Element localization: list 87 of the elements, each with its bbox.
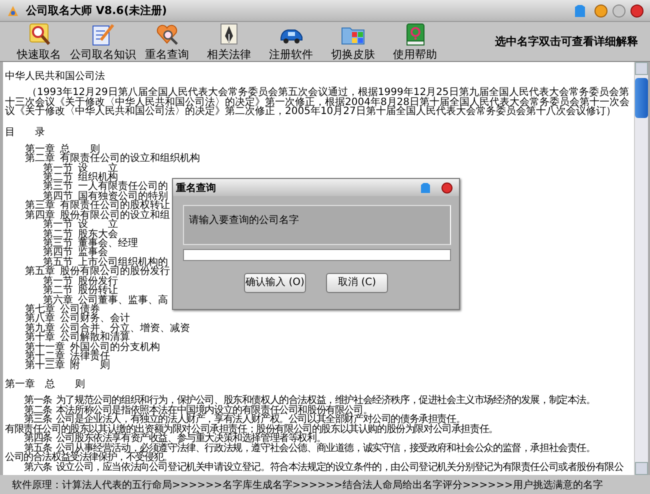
window-title: 公司取名大师 V8.6(未注册) bbox=[26, 3, 168, 18]
toc-title: 上市公司组织机构的 bbox=[78, 258, 168, 268]
toolbar-button[interactable]: 重名查询 bbox=[136, 22, 198, 62]
prompt-text: 请输入要查询的公司名字 bbox=[183, 205, 451, 245]
article-text: 公司是企业法人，有独立的法人财产，享有法人财产权。公司以其全部财产对公司的债务承担责任。 bbox=[56, 415, 466, 425]
toc-number: 第四章 bbox=[25, 210, 55, 220]
toc-number: 第八章 bbox=[25, 314, 55, 324]
toc-title: 法律责任 bbox=[70, 352, 110, 362]
toolbar-button[interactable]: 公司取名知识 bbox=[70, 22, 136, 62]
scrollbar-thumb[interactable] bbox=[635, 78, 648, 118]
toc-title: 设 立 bbox=[78, 220, 118, 230]
toc-title: 监事会 bbox=[78, 248, 108, 258]
toc-title: 股东大会 bbox=[78, 230, 118, 239]
toc-number: 第四节 bbox=[43, 192, 73, 202]
toolbar-button[interactable]: 使用帮助 bbox=[384, 22, 446, 62]
app-icon bbox=[6, 4, 20, 18]
close-button[interactable] bbox=[441, 182, 453, 194]
toc-number: 第十三章 bbox=[25, 361, 65, 371]
shirt-icon[interactable] bbox=[420, 182, 431, 194]
toc-title: 组织机构 bbox=[78, 173, 118, 182]
article-number: 第二条 bbox=[24, 406, 52, 416]
article-text: 设立公司，应当依法向公司登记机关申请设立登记。符合本法规定的设立条件的，由公司登记机关分别登记为有限责任公司或者股份有限公 bbox=[56, 463, 624, 473]
toc-number: 第七章 bbox=[25, 304, 55, 314]
document-title: 中华人民共和国公司法 bbox=[5, 71, 106, 83]
toolbar-button[interactable]: 快速取名 bbox=[8, 22, 70, 62]
article-text: 公司从事经营活动，必须遵守法律、行政法规，遵守社会公德、商业道德，诚实守信，接受政府和社会公众的监督，承担社会责任。 bbox=[56, 444, 596, 454]
toc-number: 第三节 bbox=[43, 182, 73, 192]
toc-number: 第一节 bbox=[43, 220, 73, 230]
toc-number: 第三节 bbox=[43, 239, 73, 248]
chapter-heading: 第一章 总 则 bbox=[5, 378, 86, 391]
toc-number: 第十二章 bbox=[25, 352, 65, 362]
toc-number: 第四节 bbox=[43, 248, 73, 258]
toc-number: 第一节 bbox=[43, 164, 73, 174]
toc-number: 第五节 bbox=[43, 258, 73, 268]
toolbar-button[interactable]: 相关法律 bbox=[198, 22, 260, 62]
scroll-down-button[interactable] bbox=[635, 462, 648, 475]
shirt-icon[interactable] bbox=[574, 4, 586, 18]
scrollbar[interactable] bbox=[634, 62, 648, 475]
toc-title: 国有独资公司的特别 bbox=[78, 192, 168, 202]
toc-title: 公司董事、监事、高 bbox=[78, 296, 168, 305]
toc-title: 附 则 bbox=[70, 361, 110, 371]
toc-title: 一人有限责任公司的 bbox=[78, 182, 168, 192]
preamble-text: （1993年12月29日第八届全国人民代表大会常务委员会第五次会议通过，根据1999年12月25日第九届全国人民代表大会常务委员会第十三次会议《关于修改〈中华人民共和国公司法〉的决定》第一次修正，根据2004年8月28日第十届全国人民代表大会常务委员会第十一次会议《关于修改〈中华人民共和国公司法〉的决定》第二次修正，2005年10月27日第十届全国人民代表大会常务委员会第十八次会议修订） bbox=[5, 88, 631, 117]
toc-title: 外国公司的分支机构 bbox=[70, 342, 160, 352]
article-number: 第三条 bbox=[24, 415, 52, 425]
status-text: 软件原理：计算法人代表的五行命局>>>>>>名字库生成名字>>>>>>结合法人命局给出名字评分>>>>>>用户挑选满意的名字 bbox=[12, 478, 603, 492]
toc-number: 第六章 bbox=[43, 296, 73, 305]
toc-number: 第十一章 bbox=[25, 342, 65, 352]
article-text: 为了规范公司的组织和行为，保护公司、股东和债权人的合法权益，维护社会经济秩序，促进社会主义市场经济的发展，制定本法。 bbox=[56, 396, 596, 406]
minimize-button[interactable] bbox=[594, 4, 608, 18]
dialog-button[interactable]: 取消 (C) bbox=[326, 273, 388, 293]
toolbar-button[interactable]: 注册软件 bbox=[260, 22, 322, 62]
toc-number: 第三章 bbox=[25, 201, 55, 211]
toc-number: 第五章 bbox=[25, 267, 55, 277]
toolbar-button[interactable]: 切换皮肤 bbox=[322, 22, 384, 62]
toc-title: 董事会、经理 bbox=[78, 239, 138, 248]
toc-title: 公司债券 bbox=[60, 304, 100, 314]
close-button[interactable] bbox=[630, 4, 644, 18]
toc-title: 股份有限公司的设立和组 bbox=[60, 210, 170, 220]
toc-number: 第二章 bbox=[25, 154, 55, 164]
article-number: 第五条 bbox=[24, 444, 52, 454]
scroll-up-button[interactable] bbox=[635, 62, 648, 75]
article-number: 第一条 bbox=[24, 396, 52, 406]
toc-title: 有限责任公司的股权转让 bbox=[60, 201, 170, 211]
toc-number: 第二节 bbox=[43, 173, 73, 182]
article-text: 公司股东依法享有资产收益、参与重大决策和选择管理者等权利。 bbox=[56, 434, 326, 444]
magnifier-note-icon bbox=[27, 22, 51, 46]
document-pencil-icon bbox=[91, 22, 115, 46]
toc-title: 有限责任公司的设立和组织机构 bbox=[60, 154, 200, 164]
dialog-button[interactable]: 确认输入 (O) bbox=[244, 273, 306, 293]
toc-number: 第二节 bbox=[43, 230, 73, 239]
toc-number: 第二节 bbox=[43, 286, 73, 296]
hint-text: 选中名字双击可查看详细解释 bbox=[495, 34, 639, 49]
toc-number: 第一章 bbox=[25, 144, 55, 154]
toc-title: 股份有限公司的股份发行 bbox=[60, 267, 170, 277]
toc-number: 第一节 bbox=[43, 276, 73, 286]
toc-title: 公司解散和清算 bbox=[60, 333, 130, 343]
company-name-field[interactable] bbox=[183, 249, 451, 261]
dialog-title: 重名查询 bbox=[176, 182, 217, 194]
toc-heading: 目 录 bbox=[5, 126, 46, 139]
toc-title: 股份转让 bbox=[78, 286, 118, 296]
article-number: 第六条 bbox=[24, 463, 52, 473]
toc-number: 第十章 bbox=[25, 333, 55, 343]
toc-number: 第九章 bbox=[25, 324, 55, 334]
toc-title: 公司财务、会计 bbox=[60, 314, 130, 324]
article-number: 第四条 bbox=[24, 434, 52, 444]
toc-title: 股份发行 bbox=[78, 276, 118, 286]
